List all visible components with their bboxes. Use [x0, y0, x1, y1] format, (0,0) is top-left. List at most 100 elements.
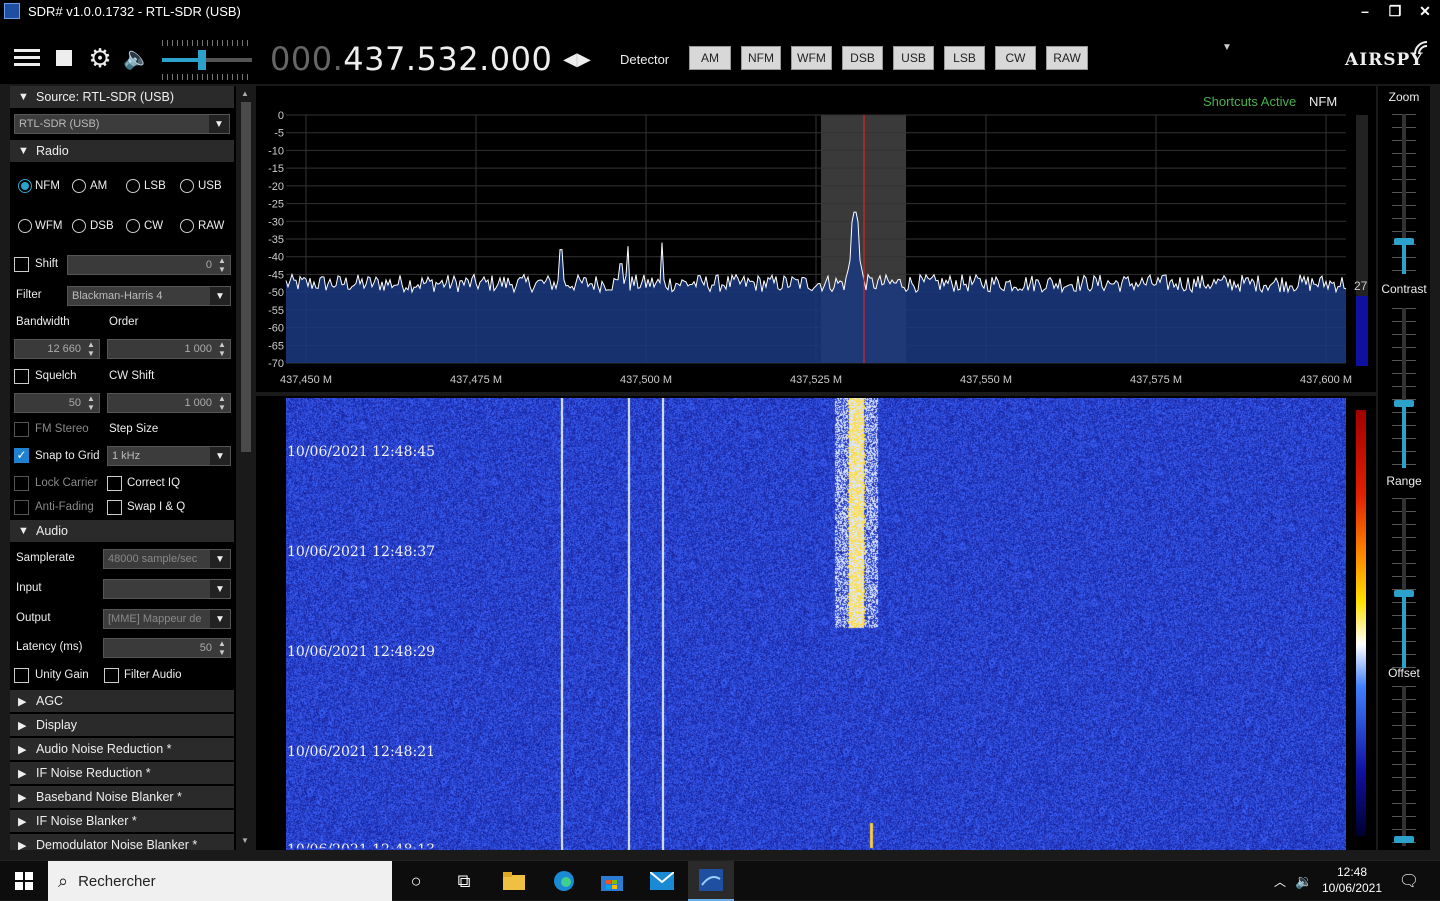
source-section-header[interactable]: ▼ Source: RTL-SDR (USB) — [10, 86, 234, 108]
scroll-up-icon[interactable]: ▲ — [241, 89, 249, 98]
scrollbar-thumb[interactable] — [241, 102, 251, 452]
close-button[interactable]: ✕ — [1410, 0, 1440, 22]
notifications-icon[interactable]: 🗨 — [1394, 861, 1424, 901]
radio-usb[interactable] — [180, 179, 194, 193]
mail-icon[interactable] — [642, 861, 682, 901]
baseband-noise-blanker-header[interactable]: ▶ Baseband Noise Blanker * — [10, 786, 234, 808]
stop-icon[interactable] — [54, 48, 74, 68]
radio-lsb[interactable] — [126, 179, 140, 193]
store-icon[interactable] — [592, 861, 632, 901]
range-slider-thumb[interactable] — [1394, 590, 1414, 597]
zoom-slider[interactable] — [1388, 114, 1420, 274]
zoom-label: Zoom — [1388, 90, 1420, 104]
spectrum-analyzer[interactable]: 0 -5 -10 -15 -20 -25 -30 -35 -40 -45 -50 -55 -60 -65 -… — [256, 86, 1376, 392]
mode-button-raw[interactable]: RAW — [1046, 46, 1088, 70]
mode-button-am[interactable]: AM — [689, 46, 731, 70]
radio-raw[interactable] — [180, 219, 194, 233]
spinner-icon[interactable]: ▲ ▼ — [216, 639, 228, 657]
range-slider[interactable] — [1388, 498, 1420, 668]
unity-gain-checkbox[interactable] — [14, 668, 29, 683]
radio-section-header[interactable]: ▼ Radio — [10, 140, 234, 162]
toolbar-dropdown-icon[interactable]: ▼ — [1222, 42, 1232, 53]
filter-select[interactable]: Blackman-Harris 4 ▼ — [67, 286, 231, 306]
audio-noise-reduction-header[interactable]: ▶ Audio Noise Reduction * — [10, 738, 234, 760]
output-select[interactable]: [MME] Mappeur de ▼ — [103, 609, 231, 629]
mode-button-dsb[interactable]: DSB — [842, 46, 883, 70]
demodulator-noise-blanker-header[interactable]: ▶ Demodulator Noise Blanker * — [10, 834, 234, 850]
task-view-icon[interactable]: ⧉ — [444, 861, 484, 901]
contrast-slider[interactable] — [1388, 308, 1420, 468]
spinner-icon[interactable]: ▲ ▼ — [85, 394, 97, 412]
edge-browser-icon[interactable] — [544, 861, 584, 901]
bandwidth-input[interactable]: 12 660 ▲ ▼ — [14, 339, 100, 359]
cw-shift-input[interactable]: 1 000 ▲ ▼ — [107, 393, 231, 413]
left-panel-scrollbar[interactable]: ▲ ▼ — [238, 86, 254, 850]
agc-section-header[interactable]: ▶ AGC — [10, 690, 234, 712]
contrast-slider-thumb[interactable] — [1394, 400, 1414, 407]
spinner-icon[interactable]: ▲ ▼ — [216, 394, 228, 412]
lock-carrier-checkbox[interactable] — [14, 476, 29, 491]
order-input[interactable]: 1 000 ▲ ▼ — [107, 339, 231, 359]
speaker-icon[interactable]: 🔈 — [122, 44, 152, 72]
y-tick-label: -45 — [268, 269, 284, 281]
hamburger-menu-icon[interactable] — [12, 44, 42, 72]
radio-dsb[interactable] — [72, 219, 86, 233]
latency-input[interactable]: 50 ▲ ▼ — [103, 638, 231, 658]
correct-iq-checkbox[interactable] — [107, 476, 122, 491]
spinner-icon[interactable]: ▲ ▼ — [85, 340, 97, 358]
expand-icon: ▶ — [18, 839, 27, 851]
filter-audio-checkbox[interactable] — [104, 668, 119, 683]
spinner-icon[interactable]: ▲ ▼ — [216, 340, 228, 358]
input-select[interactable]: ▼ — [103, 579, 231, 599]
mode-button-lsb[interactable]: LSB — [944, 46, 985, 70]
snap-to-grid-checkbox[interactable]: ✓ — [14, 448, 29, 463]
if-noise-reduction-header[interactable]: ▶ IF Noise Reduction * — [10, 762, 234, 784]
windows-start-icon[interactable] — [0, 861, 48, 901]
if-noise-blanker-header[interactable]: ▶ IF Noise Blanker * — [10, 810, 234, 832]
samplerate-select[interactable]: 48000 sample/sec ▼ — [103, 549, 231, 569]
frequency-display[interactable]: 000.437.532.000 — [270, 40, 552, 78]
expand-icon: ▶ — [18, 743, 27, 756]
source-device-select[interactable]: RTL-SDR (USB) ▼ — [14, 114, 230, 134]
fm-stereo-checkbox[interactable] — [14, 422, 29, 437]
spinner-icon[interactable]: ▲ ▼ — [216, 256, 228, 274]
restore-button[interactable]: ❐ — [1380, 0, 1410, 22]
gear-icon[interactable]: ⚙ — [86, 43, 114, 73]
y-tick-label: -65 — [268, 340, 284, 352]
anti-fading-checkbox[interactable] — [14, 500, 29, 515]
step-size-select[interactable]: 1 kHz ▼ — [107, 446, 231, 466]
display-section-header[interactable]: ▶ Display — [10, 714, 234, 736]
taskbar-clock[interactable]: 12:48 10/06/2021 — [1318, 864, 1386, 896]
waterfall-canvas[interactable] — [286, 398, 1346, 850]
sdrsharp-taskbar-icon[interactable] — [688, 861, 734, 901]
radio-cw[interactable] — [126, 219, 140, 233]
volume-slider-thumb[interactable] — [198, 50, 206, 70]
squelch-checkbox[interactable] — [14, 369, 29, 384]
squelch-input[interactable]: 50 ▲ ▼ — [14, 393, 100, 413]
spectrum-plot[interactable]: 0 -5 -10 -15 -20 -25 -30 -35 -40 -45 -50 -55 -60 -65 -… — [256, 86, 1376, 392]
audio-section-header[interactable]: ▼ Audio — [10, 520, 234, 542]
volume-tray-icon[interactable]: 🔉 — [1292, 861, 1316, 901]
scroll-down-icon[interactable]: ▼ — [241, 836, 249, 845]
radio-nfm[interactable] — [18, 179, 32, 193]
mode-button-wfm[interactable]: WFM — [791, 46, 832, 70]
tune-arrows-icon[interactable]: ◀▶ — [562, 48, 592, 70]
mode-button-usb[interactable]: USB — [893, 46, 934, 70]
file-explorer-icon[interactable] — [494, 861, 534, 901]
radio-am[interactable] — [72, 179, 86, 193]
shift-checkbox[interactable] — [14, 257, 29, 272]
tray-chevron-up-icon[interactable]: ︿ — [1270, 861, 1290, 901]
offset-slider[interactable] — [1388, 686, 1420, 846]
mode-button-cw[interactable]: CW — [995, 46, 1036, 70]
cortana-icon[interactable]: ○ — [396, 861, 436, 901]
mode-button-nfm[interactable]: NFM — [741, 46, 781, 70]
swap-iq-checkbox[interactable] — [107, 500, 122, 515]
shift-input[interactable]: 0 ▲ ▼ — [67, 255, 231, 275]
waterfall-display[interactable]: 10/06/2021 12:48:45 10/06/2021 12:48:37 … — [256, 396, 1376, 850]
offset-slider-thumb[interactable] — [1394, 836, 1414, 843]
minimize-button[interactable]: – — [1350, 0, 1380, 22]
taskbar-search-box[interactable]: ⌕ Rechercher — [48, 861, 392, 901]
volume-slider[interactable] — [160, 38, 254, 82]
radio-wfm[interactable] — [18, 219, 32, 233]
zoom-slider-thumb[interactable] — [1394, 238, 1414, 245]
